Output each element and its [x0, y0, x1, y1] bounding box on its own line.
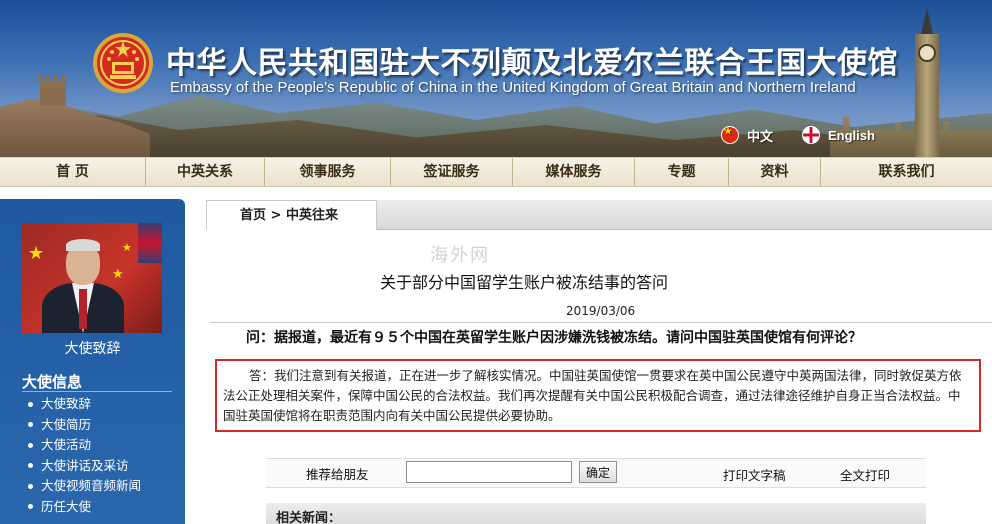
main-nav: 首 页 中英关系 领事服务 签证服务 媒体服务 专题 资料 联系我们 [0, 157, 992, 187]
bullet-icon [28, 401, 33, 407]
nav-item-china-uk-relations[interactable]: 中英关系 [146, 158, 265, 186]
sidebar-item-former-ambassadors[interactable]: 历任大使 [28, 497, 141, 518]
article-question: 问：据报道，最近有９５个中国在英留学生账户因涉嫌洗钱被冻结。请问中国驻英国使馆有… [246, 330, 862, 346]
bullet-icon [28, 504, 33, 510]
article-answer: 答：我们注意到有关报道，正在进一步了解核实情况。中国驻英国使馆一贯要求在英中国公… [223, 368, 962, 423]
sidebar-item-ambassador-activities[interactable]: 大使活动 [28, 435, 141, 456]
china-flag-icon [721, 126, 739, 144]
language-chinese-label: 中文 [747, 128, 774, 144]
recommend-label: 推荐给朋友 [306, 467, 369, 482]
bullet-icon [28, 422, 33, 428]
related-news-label: 相关新闻： [276, 511, 342, 524]
big-ben-illustration [911, 8, 943, 157]
sidebar-item-ambassador-message[interactable]: 大使致辞 [28, 394, 141, 415]
nav-item-media[interactable]: 媒体服务 [513, 158, 635, 186]
site-title-cn: 中华人民共和国驻大不列颠及北爱尔兰联合王国大使馆 [166, 46, 898, 81]
sidebar-divider [22, 391, 172, 392]
recommend-email-input[interactable] [406, 461, 572, 483]
sidebar-item-ambassador-bio[interactable]: 大使简历 [28, 415, 141, 436]
uk-flag-icon [802, 126, 820, 144]
related-news-bar [266, 503, 926, 524]
language-chinese-link[interactable]: 中文 [721, 125, 773, 145]
great-wall-tower [37, 76, 69, 106]
site-title-en: Embassy of the People's Republic of Chin… [170, 79, 856, 96]
sidebar-list: 大使致辞 大使简历 大使活动 大使讲话及采访 大使视频音频新闻 历任大使 [28, 394, 141, 517]
ambassador-photo[interactable]: ★ ★ ★ [22, 223, 162, 333]
article-divider [210, 322, 992, 323]
language-english-label: English [828, 127, 875, 143]
article-date: 2019/03/06 [566, 304, 636, 318]
ambassador-caption-link[interactable]: 大使致辞 [0, 338, 185, 358]
sidebar-item-video-audio-news[interactable]: 大使视频音频新闻 [28, 476, 141, 497]
nav-item-home[interactable]: 首 页 [0, 158, 146, 186]
national-emblem-icon [93, 33, 153, 93]
sidebar-section-title: 大使信息 [22, 373, 83, 391]
nav-item-contact[interactable]: 联系我们 [821, 158, 992, 186]
sidebar-item-speeches-interviews[interactable]: 大使讲话及采访 [28, 456, 141, 477]
language-english-link[interactable]: English [802, 125, 875, 145]
watermark: 海外网 [430, 245, 490, 266]
nav-item-topics[interactable]: 专题 [635, 158, 729, 186]
highlighted-answer-box: 答：我们注意到有关报道，正在进一步了解核实情况。中国驻英国使馆一贯要求在英中国公… [215, 359, 981, 432]
nav-item-visa[interactable]: 签证服务 [391, 158, 513, 186]
confirm-button[interactable]: 确定 [579, 461, 617, 483]
nav-item-resources[interactable]: 资料 [729, 158, 821, 186]
site-banner: 中华人民共和国驻大不列颠及北爱尔兰联合王国大使馆 Embassy of the … [0, 0, 992, 157]
bullet-icon [28, 442, 33, 448]
print-text-link[interactable]: 打印文字稿 [723, 465, 786, 484]
breadcrumb[interactable]: 首页 > 中英往来 [206, 200, 377, 230]
bullet-icon [28, 483, 33, 489]
print-all-link[interactable]: 全文打印 [840, 465, 890, 484]
bullet-icon [28, 463, 33, 469]
nav-item-consular[interactable]: 领事服务 [265, 158, 391, 186]
article-title: 关于部分中国留学生账户被冻结事的答问 [380, 273, 669, 292]
